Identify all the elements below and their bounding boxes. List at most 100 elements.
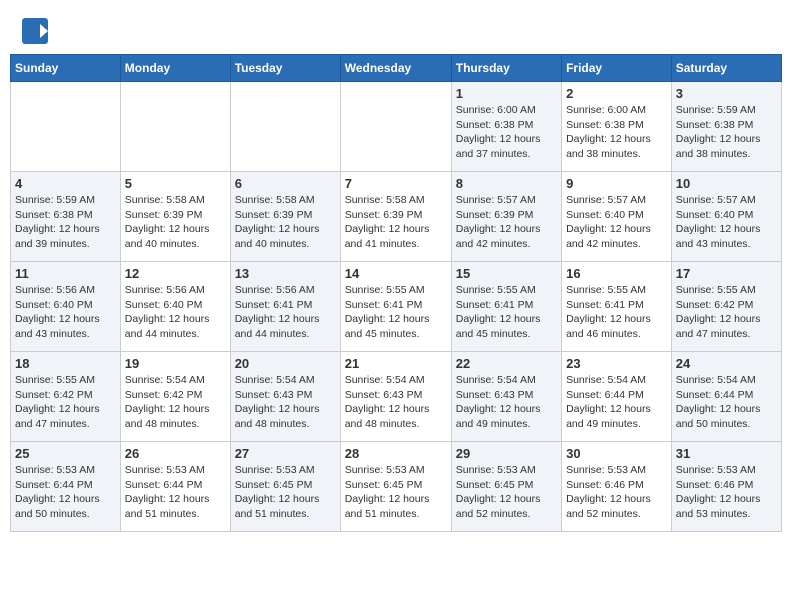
calendar-week-row: 4 Sunrise: 5:59 AM Sunset: 6:38 PM Daylig…: [11, 172, 782, 262]
weekday-header-friday: Friday: [562, 55, 672, 82]
day-number: 6: [235, 176, 336, 191]
day-number: 22: [456, 356, 557, 371]
day-detail: Sunrise: 5:59 AM Sunset: 6:38 PM Dayligh…: [676, 103, 777, 162]
day-number: 4: [15, 176, 116, 191]
weekday-header-thursday: Thursday: [451, 55, 561, 82]
weekday-header-tuesday: Tuesday: [230, 55, 340, 82]
day-number: 18: [15, 356, 116, 371]
day-number: 7: [345, 176, 447, 191]
day-detail: Sunrise: 5:55 AM Sunset: 6:42 PM Dayligh…: [15, 373, 116, 432]
day-detail: Sunrise: 5:53 AM Sunset: 6:46 PM Dayligh…: [566, 463, 667, 522]
day-detail: Sunrise: 5:53 AM Sunset: 6:45 PM Dayligh…: [345, 463, 447, 522]
calendar-day-cell: 31 Sunrise: 5:53 AM Sunset: 6:46 PM Dayli…: [671, 442, 781, 532]
day-number: 13: [235, 266, 336, 281]
day-number: 8: [456, 176, 557, 191]
day-detail: Sunrise: 5:59 AM Sunset: 6:38 PM Dayligh…: [15, 193, 116, 252]
day-detail: Sunrise: 6:00 AM Sunset: 6:38 PM Dayligh…: [566, 103, 667, 162]
day-number: 31: [676, 446, 777, 461]
day-detail: Sunrise: 5:53 AM Sunset: 6:46 PM Dayligh…: [676, 463, 777, 522]
day-detail: Sunrise: 5:57 AM Sunset: 6:40 PM Dayligh…: [566, 193, 667, 252]
calendar-day-cell: 2 Sunrise: 6:00 AM Sunset: 6:38 PM Daylig…: [562, 82, 672, 172]
logo: [20, 16, 54, 46]
day-number: 21: [345, 356, 447, 371]
day-detail: Sunrise: 5:54 AM Sunset: 6:44 PM Dayligh…: [676, 373, 777, 432]
day-detail: Sunrise: 5:55 AM Sunset: 6:41 PM Dayligh…: [456, 283, 557, 342]
calendar-table: SundayMondayTuesdayWednesdayThursdayFrid…: [10, 54, 782, 532]
calendar-day-cell: 7Sunrise: 5:58 AM Sunset: 6:39 PM Daylig…: [340, 172, 451, 262]
day-number: 14: [345, 266, 447, 281]
day-number: 16: [566, 266, 667, 281]
day-detail: Sunrise: 5:54 AM Sunset: 6:43 PM Dayligh…: [345, 373, 447, 432]
calendar-day-cell: 10Sunrise: 5:57 AM Sunset: 6:40 PM Dayli…: [671, 172, 781, 262]
calendar-day-cell: 16 Sunrise: 5:55 AM Sunset: 6:41 PM Dayli…: [562, 262, 672, 352]
day-number: 29: [456, 446, 557, 461]
calendar-day-cell: 12 Sunrise: 5:56 AM Sunset: 6:40 PM Dayli…: [120, 262, 230, 352]
calendar-day-cell: 26 Sunrise: 5:53 AM Sunset: 6:44 PM Dayli…: [120, 442, 230, 532]
day-detail: Sunrise: 5:55 AM Sunset: 6:41 PM Dayligh…: [345, 283, 447, 342]
day-detail: Sunrise: 5:53 AM Sunset: 6:44 PM Dayligh…: [125, 463, 226, 522]
day-number: 1: [456, 86, 557, 101]
day-detail: Sunrise: 5:54 AM Sunset: 6:43 PM Dayligh…: [235, 373, 336, 432]
calendar-day-cell: 20 Sunrise: 5:54 AM Sunset: 6:43 PM Dayli…: [230, 352, 340, 442]
day-number: 11: [15, 266, 116, 281]
logo-icon: [20, 16, 50, 46]
day-number: 9: [566, 176, 667, 191]
calendar-day-cell: 1 Sunrise: 6:00 AM Sunset: 6:38 PM Daylig…: [451, 82, 561, 172]
calendar-day-cell: 30 Sunrise: 5:53 AM Sunset: 6:46 PM Dayli…: [562, 442, 672, 532]
day-number: 24: [676, 356, 777, 371]
calendar-day-cell: [11, 82, 121, 172]
day-number: 28: [345, 446, 447, 461]
day-number: 12: [125, 266, 226, 281]
day-detail: Sunrise: 6:00 AM Sunset: 6:38 PM Dayligh…: [456, 103, 557, 162]
day-detail: Sunrise: 5:54 AM Sunset: 6:44 PM Dayligh…: [566, 373, 667, 432]
day-number: 25: [15, 446, 116, 461]
day-detail: Sunrise: 5:56 AM Sunset: 6:40 PM Dayligh…: [15, 283, 116, 342]
calendar-day-cell: 13 Sunrise: 5:56 AM Sunset: 6:41 PM Dayli…: [230, 262, 340, 352]
calendar-day-cell: 22 Sunrise: 5:54 AM Sunset: 6:43 PM Dayli…: [451, 352, 561, 442]
calendar-day-cell: 11 Sunrise: 5:56 AM Sunset: 6:40 PM Dayli…: [11, 262, 121, 352]
day-number: 26: [125, 446, 226, 461]
day-detail: Sunrise: 5:56 AM Sunset: 6:41 PM Dayligh…: [235, 283, 336, 342]
calendar-day-cell: 19 Sunrise: 5:54 AM Sunset: 6:42 PM Dayli…: [120, 352, 230, 442]
calendar-day-cell: 8Sunrise: 5:57 AM Sunset: 6:39 PM Daylig…: [451, 172, 561, 262]
calendar-week-row: 25 Sunrise: 5:53 AM Sunset: 6:44 PM Dayli…: [11, 442, 782, 532]
calendar-day-cell: 5 Sunrise: 5:58 AM Sunset: 6:39 PM Daylig…: [120, 172, 230, 262]
day-detail: Sunrise: 5:56 AM Sunset: 6:40 PM Dayligh…: [125, 283, 226, 342]
day-number: 2: [566, 86, 667, 101]
calendar-day-cell: [340, 82, 451, 172]
calendar-week-row: 1 Sunrise: 6:00 AM Sunset: 6:38 PM Daylig…: [11, 82, 782, 172]
calendar-day-cell: 14 Sunrise: 5:55 AM Sunset: 6:41 PM Dayli…: [340, 262, 451, 352]
day-number: 15: [456, 266, 557, 281]
weekday-header-wednesday: Wednesday: [340, 55, 451, 82]
day-number: 19: [125, 356, 226, 371]
calendar-day-cell: 28 Sunrise: 5:53 AM Sunset: 6:45 PM Dayli…: [340, 442, 451, 532]
weekday-header-monday: Monday: [120, 55, 230, 82]
day-detail: Sunrise: 5:55 AM Sunset: 6:41 PM Dayligh…: [566, 283, 667, 342]
weekday-header-saturday: Saturday: [671, 55, 781, 82]
day-detail: Sunrise: 5:53 AM Sunset: 6:45 PM Dayligh…: [235, 463, 336, 522]
day-number: 30: [566, 446, 667, 461]
day-number: 20: [235, 356, 336, 371]
calendar-day-cell: 21 Sunrise: 5:54 AM Sunset: 6:43 PM Dayli…: [340, 352, 451, 442]
day-number: 5: [125, 176, 226, 191]
day-detail: Sunrise: 5:53 AM Sunset: 6:44 PM Dayligh…: [15, 463, 116, 522]
day-number: 3: [676, 86, 777, 101]
calendar-day-cell: 27Sunrise: 5:53 AM Sunset: 6:45 PM Dayli…: [230, 442, 340, 532]
day-detail: Sunrise: 5:58 AM Sunset: 6:39 PM Dayligh…: [125, 193, 226, 252]
weekday-header-row: SundayMondayTuesdayWednesdayThursdayFrid…: [11, 55, 782, 82]
day-detail: Sunrise: 5:58 AM Sunset: 6:39 PM Dayligh…: [235, 193, 336, 252]
calendar-day-cell: 15 Sunrise: 5:55 AM Sunset: 6:41 PM Dayli…: [451, 262, 561, 352]
day-detail: Sunrise: 5:54 AM Sunset: 6:42 PM Dayligh…: [125, 373, 226, 432]
calendar-day-cell: 18 Sunrise: 5:55 AM Sunset: 6:42 PM Dayli…: [11, 352, 121, 442]
day-number: 23: [566, 356, 667, 371]
calendar-day-cell: 25 Sunrise: 5:53 AM Sunset: 6:44 PM Dayli…: [11, 442, 121, 532]
calendar-day-cell: [230, 82, 340, 172]
calendar-day-cell: 3 Sunrise: 5:59 AM Sunset: 6:38 PM Daylig…: [671, 82, 781, 172]
day-detail: Sunrise: 5:54 AM Sunset: 6:43 PM Dayligh…: [456, 373, 557, 432]
calendar-day-cell: 17Sunrise: 5:55 AM Sunset: 6:42 PM Dayli…: [671, 262, 781, 352]
calendar-day-cell: 24 Sunrise: 5:54 AM Sunset: 6:44 PM Dayli…: [671, 352, 781, 442]
calendar-week-row: 11 Sunrise: 5:56 AM Sunset: 6:40 PM Dayli…: [11, 262, 782, 352]
calendar-day-cell: 4 Sunrise: 5:59 AM Sunset: 6:38 PM Daylig…: [11, 172, 121, 262]
calendar-week-row: 18 Sunrise: 5:55 AM Sunset: 6:42 PM Dayli…: [11, 352, 782, 442]
calendar-day-cell: [120, 82, 230, 172]
